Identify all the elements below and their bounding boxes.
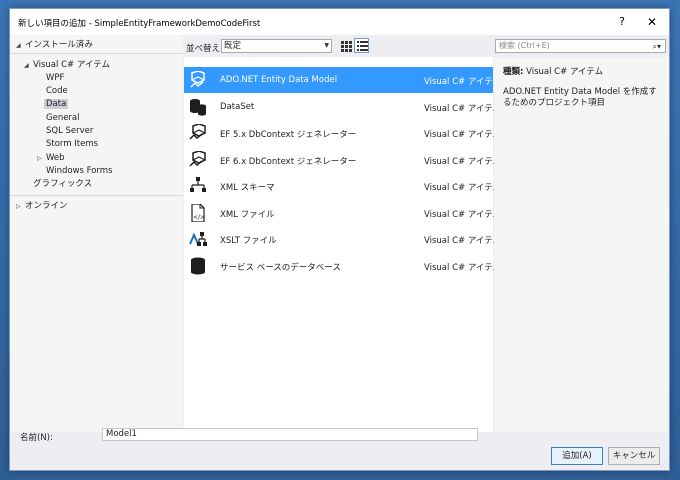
tree-node-label: Data <box>44 99 69 109</box>
search-icon[interactable]: ⌕▾ <box>653 41 662 53</box>
template-type: Visual C# アイテム <box>424 77 501 87</box>
help-button[interactable]: ? <box>611 13 633 31</box>
template-name: サービス ベースのデータベース <box>220 263 341 273</box>
template-item-ef6-dbcontext-generator[interactable]: EF 6.x DbContext ジェネレーター Visual C# アイテム <box>184 147 501 173</box>
template-item-ef5-dbcontext-generator[interactable]: EF 5.x DbContext ジェネレーター Visual C# アイテム <box>184 120 501 146</box>
template-type: Visual C# アイテム <box>424 210 501 220</box>
tree-node-label: オンライン <box>25 201 68 211</box>
list-view-button[interactable] <box>354 38 369 53</box>
template-item-ado-net-entity-data-model[interactable]: ADO.NET Entity Data Model Visual C# アイテム <box>184 67 501 93</box>
category-tree: ◢ インストール済み ◢ Visual C# アイテム WPF Code Data … <box>10 35 183 432</box>
close-button[interactable]: ✕ <box>641 13 663 31</box>
collapsed-triangle-icon[interactable]: ▷ <box>37 152 46 165</box>
tree-node-label: Web <box>46 153 65 163</box>
title-bar: 新しい項目の追加 - SimpleEntityFrameworkDemoCode… <box>10 9 669 35</box>
template-type: Visual C# アイテム <box>424 130 501 140</box>
template-type: Visual C# アイテム <box>424 236 501 246</box>
tree-divider <box>10 195 183 196</box>
template-item-dataset[interactable]: DataSet Visual C# アイテム <box>184 94 501 120</box>
template-item-xslt-file[interactable]: XSLT ファイル Visual C# アイテム <box>184 226 501 252</box>
tree-node-code[interactable]: Code <box>46 85 68 98</box>
template-name: XSLT ファイル <box>220 236 277 246</box>
template-name: EF 6.x DbContext ジェネレーター <box>220 157 357 167</box>
template-item-xml-schema[interactable]: XML スキーマ Visual C# アイテム <box>184 173 501 199</box>
tree-node-installed[interactable]: ◢ インストール済み <box>16 39 93 52</box>
expanded-triangle-icon[interactable]: ◢ <box>24 59 33 72</box>
add-button[interactable]: 追加(A) <box>551 447 603 465</box>
template-name: EF 5.x DbContext ジェネレーター <box>220 130 357 140</box>
template-item-service-based-database[interactable]: サービス ベースのデータベース Visual C# アイテム <box>184 253 501 279</box>
template-type: Visual C# アイテム <box>424 104 501 114</box>
ef-generator-icon <box>189 124 206 140</box>
tree-node-windows-forms[interactable]: Windows Forms <box>46 165 113 178</box>
medium-icons-view-button[interactable] <box>338 38 353 53</box>
template-type: Visual C# アイテム <box>424 157 501 167</box>
tree-node-visual-csharp[interactable]: ◢ Visual C# アイテム <box>24 59 110 72</box>
tree-node-general[interactable]: General <box>46 112 80 125</box>
template-type: Visual C# アイテム <box>424 183 501 193</box>
template-name: DataSet <box>220 102 255 112</box>
ef-generator-icon <box>189 151 206 167</box>
details-pane: 種類: Visual C# アイテム ADO.NET Entity Data M… <box>494 57 669 432</box>
tree-node-sql-server[interactable]: SQL Server <box>46 125 93 138</box>
xml-schema-icon <box>190 177 206 192</box>
tree-node-label: Visual C# アイテム <box>33 60 110 70</box>
search-placeholder: 検索 (Ctrl+E) <box>499 41 550 50</box>
tree-divider <box>10 53 183 54</box>
list-view-icon <box>357 41 368 51</box>
tree-node-online[interactable]: ▷ オンライン <box>16 200 68 213</box>
tree-node-wpf[interactable]: WPF <box>46 72 64 85</box>
name-label: 名前(N): <box>20 433 53 443</box>
sort-label: 並べ替え: <box>186 44 223 54</box>
expanded-triangle-icon[interactable]: ◢ <box>16 39 25 52</box>
window-title: 新しい項目の追加 - SimpleEntityFrameworkDemoCode… <box>18 19 261 29</box>
tree-node-web[interactable]: ▷ Web <box>37 152 65 165</box>
svg-text:</>: </> <box>193 214 205 221</box>
template-name: XML スキーマ <box>220 183 275 193</box>
tree-node-data[interactable]: Data <box>44 98 69 111</box>
detail-type-label: 種類: <box>503 67 524 77</box>
entity-model-icon <box>190 71 205 88</box>
template-name: ADO.NET Entity Data Model <box>220 75 338 85</box>
template-item-xml-file[interactable]: </> XML ファイル Visual C# アイテム <box>184 200 501 226</box>
name-field[interactable]: Model1 <box>102 428 478 441</box>
detail-type-row: 種類: Visual C# アイテム <box>503 65 603 77</box>
grid-view-icon <box>341 41 352 52</box>
database-icon <box>191 257 205 275</box>
tree-node-storm-items[interactable]: Storm Items <box>46 138 98 151</box>
template-list: ADO.NET Entity Data Model Visual C# アイテム… <box>184 57 501 432</box>
database-icon <box>190 99 206 116</box>
cancel-button[interactable]: キャンセル <box>608 447 660 465</box>
tree-node-graphics[interactable]: グラフィックス <box>33 178 92 191</box>
search-input[interactable]: 検索 (Ctrl+E) ⌕▾ <box>495 39 666 53</box>
add-new-item-dialog: 新しい項目の追加 - SimpleEntityFrameworkDemoCode… <box>9 8 670 471</box>
template-type: Visual C# アイテム <box>424 263 501 273</box>
xslt-icon <box>189 232 207 246</box>
sort-dropdown[interactable]: 既定 ▼ <box>221 39 332 53</box>
detail-description: ADO.NET Entity Data Model を作成するためのプロジェクト… <box>503 87 657 108</box>
template-name: XML ファイル <box>220 210 275 220</box>
collapsed-triangle-icon[interactable]: ▷ <box>16 200 25 213</box>
resize-grip-icon[interactable]: ⋰ <box>660 462 666 469</box>
chevron-down-icon: ▼ <box>324 42 329 49</box>
tree-node-label: インストール済み <box>25 40 93 50</box>
detail-type-value: Visual C# アイテム <box>526 67 604 77</box>
sort-value: 既定 <box>224 41 242 51</box>
xml-file-icon: </> <box>191 204 205 222</box>
